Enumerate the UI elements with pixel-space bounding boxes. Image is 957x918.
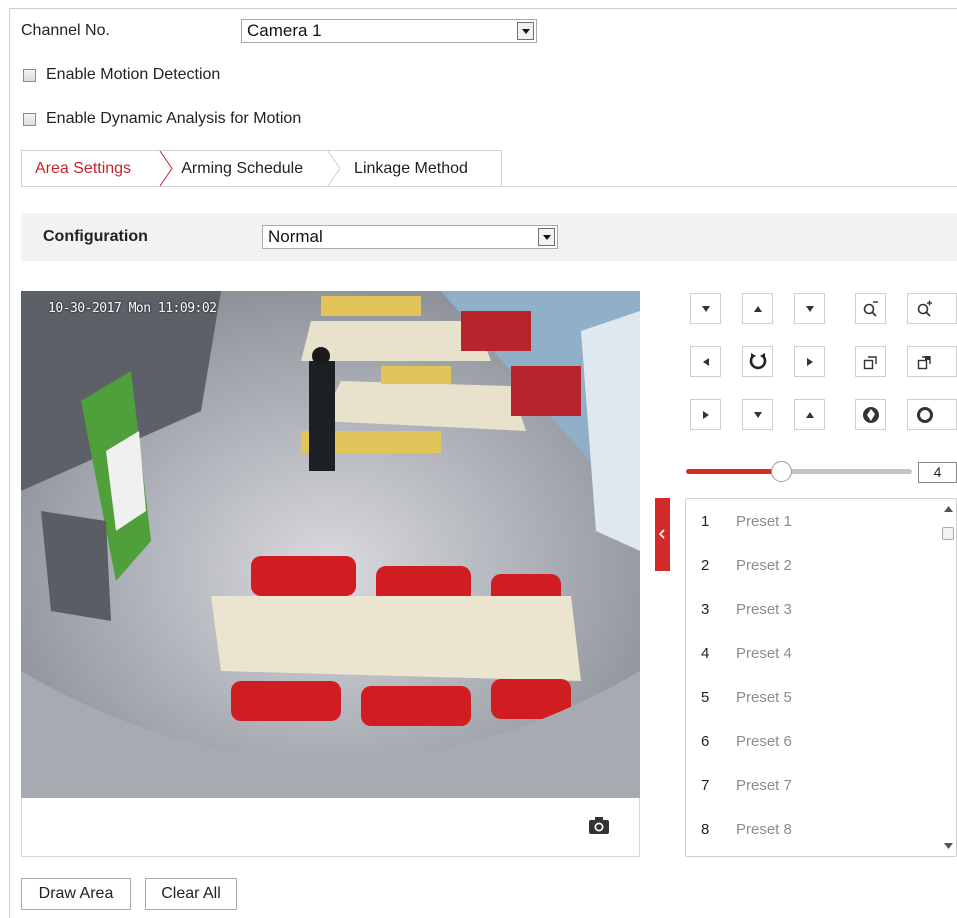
preset-list: 1 Preset 1 2 Preset 2 3 Preset 3 4 Prese…: [685, 498, 957, 857]
tab-area-settings-label: Area Settings: [35, 160, 132, 177]
preset-item[interactable]: 7 Preset 7: [686, 763, 792, 807]
timestamp-overlay: 10-30-2017 Mon 11:09:02: [48, 301, 217, 316]
preset-name: Preset 4: [736, 644, 792, 662]
ptz-up-right-button[interactable]: [794, 399, 825, 430]
tab-arming-schedule[interactable]: Arming Schedule: [168, 151, 341, 186]
focus-far-button[interactable]: [907, 346, 957, 377]
zoom-out-button[interactable]: [855, 293, 886, 324]
ptz-up-left-button[interactable]: [690, 399, 721, 430]
iris-close-button[interactable]: [855, 399, 886, 430]
preset-item[interactable]: 8 Preset 8: [686, 807, 792, 851]
arrow-up-icon: [753, 305, 762, 312]
panel-collapse-button[interactable]: [655, 498, 670, 571]
ptz-auto-scan-button[interactable]: [742, 346, 773, 377]
camera-snapshot-icon[interactable]: [588, 817, 610, 835]
preset-number: 5: [701, 688, 710, 706]
arrow-down-left-icon: [701, 305, 710, 312]
focus-near-button[interactable]: [855, 346, 886, 377]
scroll-up-icon[interactable]: [944, 506, 953, 512]
preset-number: 2: [701, 556, 710, 574]
preset-name: Preset 2: [736, 556, 792, 574]
speed-slider-fill: [686, 469, 781, 474]
zoom-out-icon: [863, 300, 878, 317]
preset-name: Preset 8: [736, 820, 792, 838]
tab-linkage-method-label: Linkage Method: [354, 160, 468, 177]
tab-area-settings[interactable]: Area Settings: [22, 151, 173, 186]
tab-linkage-method[interactable]: Linkage Method: [336, 151, 501, 186]
arrow-up-right-icon: [805, 411, 814, 418]
focus-near-icon: [863, 355, 877, 369]
channel-label: Channel No.: [21, 22, 110, 39]
ptz-down-left-button[interactable]: [690, 293, 721, 324]
scroll-thumb[interactable]: [942, 527, 954, 540]
preset-name: Preset 1: [736, 512, 792, 530]
draw-area-button[interactable]: Draw Area: [21, 878, 131, 910]
enable-motion-detection-label: Enable Motion Detection: [46, 66, 221, 83]
speed-slider-track[interactable]: [781, 469, 912, 474]
tab-arming-schedule-label: Arming Schedule: [181, 160, 304, 177]
preset-item[interactable]: 3 Preset 3: [686, 587, 792, 631]
enable-dynamic-analysis-checkbox[interactable]: [23, 112, 36, 126]
iris-close-icon: [862, 406, 879, 423]
preset-item[interactable]: 2 Preset 2: [686, 543, 792, 587]
zoom-in-icon: [917, 300, 932, 317]
ptz-down-button[interactable]: [742, 399, 773, 430]
speed-slider-handle[interactable]: [771, 461, 792, 482]
preset-number: 8: [701, 820, 710, 838]
arrow-up-left-icon: [702, 410, 709, 419]
arrow-down-right-icon: [805, 305, 814, 312]
arrow-right-icon: [806, 357, 813, 366]
preset-item[interactable]: 4 Preset 4: [686, 631, 792, 675]
enable-motion-detection-row: Enable Motion Detection: [23, 66, 220, 84]
preset-number: 6: [701, 732, 710, 750]
arrow-down-icon: [753, 411, 762, 418]
preset-item[interactable]: 6 Preset 6: [686, 719, 792, 763]
chevron-down-icon[interactable]: [538, 228, 555, 246]
chevron-down-icon[interactable]: [517, 22, 534, 40]
preset-name: Preset 6: [736, 732, 792, 750]
speed-value: 4: [918, 462, 957, 483]
ptz-right-button[interactable]: [794, 346, 825, 377]
preset-number: 3: [701, 600, 710, 618]
auto-scan-icon: [749, 352, 766, 369]
preset-number: 1: [701, 512, 710, 530]
zoom-in-button[interactable]: [907, 293, 957, 324]
video-preview[interactable]: 10-30-2017 Mon 11:09:02: [21, 291, 640, 798]
iris-open-button[interactable]: [907, 399, 957, 430]
channel-select-value: Camera 1: [247, 21, 322, 40]
preset-name: Preset 3: [736, 600, 792, 618]
clear-all-button[interactable]: Clear All: [145, 878, 237, 910]
preset-item[interactable]: 1 Preset 1: [686, 499, 792, 543]
camera-scene-image: [21, 291, 640, 798]
configuration-select[interactable]: Normal: [262, 225, 558, 249]
configuration-select-value: Normal: [268, 227, 323, 246]
scroll-down-icon[interactable]: [944, 843, 953, 849]
enable-motion-detection-checkbox[interactable]: [23, 68, 36, 82]
channel-select[interactable]: Camera 1: [241, 19, 537, 43]
preset-scrollbar[interactable]: [941, 499, 956, 856]
preset-number: 4: [701, 644, 710, 662]
configuration-label: Configuration: [43, 228, 148, 245]
preset-name: Preset 7: [736, 776, 792, 794]
ptz-left-button[interactable]: [690, 346, 721, 377]
chevron-left-icon: [659, 529, 665, 539]
preset-item[interactable]: 5 Preset 5: [686, 675, 792, 719]
ptz-down-right-button[interactable]: [794, 293, 825, 324]
ptz-up-button[interactable]: [742, 293, 773, 324]
arrow-left-icon: [702, 357, 709, 366]
video-toolbar: [21, 798, 640, 857]
preset-number: 7: [701, 776, 710, 794]
iris-open-icon: [917, 406, 933, 423]
preset-name: Preset 5: [736, 688, 792, 706]
enable-dynamic-analysis-label: Enable Dynamic Analysis for Motion: [46, 110, 302, 127]
tab-bar: Area Settings Arming Schedule Linkage Me…: [21, 150, 502, 187]
focus-far-icon: [917, 355, 931, 369]
enable-dynamic-analysis-row: Enable Dynamic Analysis for Motion: [23, 110, 301, 128]
